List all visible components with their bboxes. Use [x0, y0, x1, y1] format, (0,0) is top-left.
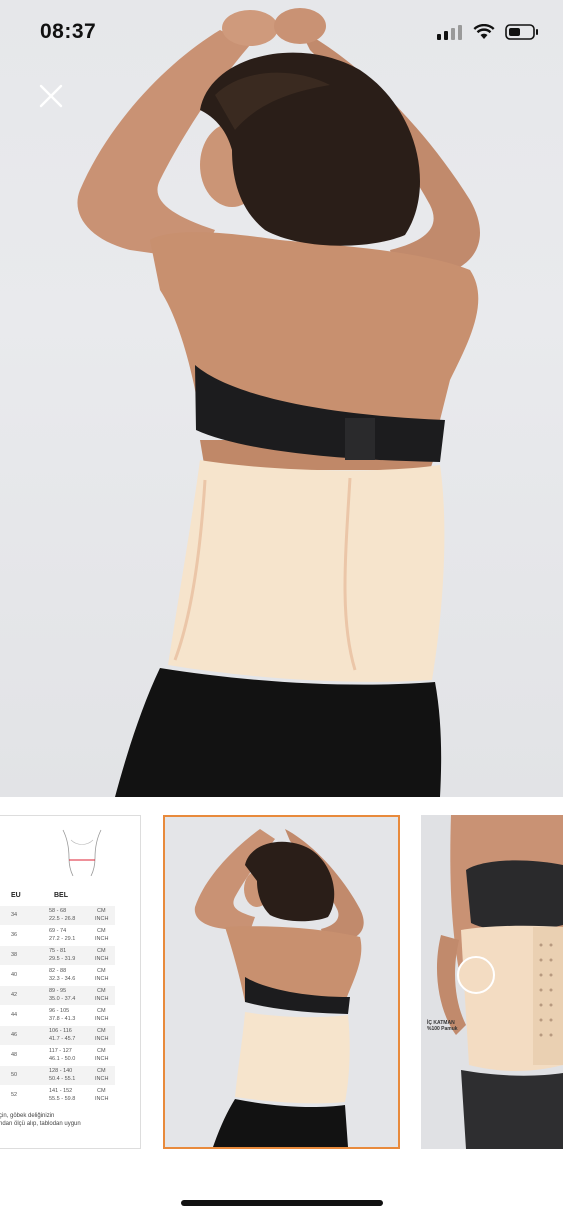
size-chart-row: 52 141 - 152 55.5 - 59.8 CM INCH [11, 1088, 109, 1102]
size-chart-header-bel: BEL [54, 892, 68, 899]
model-back-view-illustration [77, 8, 480, 797]
battery-icon [505, 24, 538, 40]
thumbnail-size-chart[interactable]: EU BEL 34 58 - 68 22.5 - 26.8 CM INCH 36… [0, 815, 141, 1149]
size-chart-row: 44 96 - 105 37.8 - 41.3 CM INCH [11, 1008, 109, 1022]
size-chart-row: 36 69 - 74 27.2 - 29.1 CM INCH [11, 928, 109, 942]
home-indicator[interactable] [181, 1200, 383, 1206]
thumbnail-back-view-image [165, 817, 398, 1147]
size-chart-row: 34 58 - 68 22.5 - 26.8 CM INCH [0, 906, 115, 925]
size-chart-row: 40 82 - 88 32.3 - 34.6 CM INCH [11, 968, 109, 982]
main-product-image [0, 0, 563, 797]
close-icon[interactable] [37, 82, 65, 110]
size-chart-row: 48 117 - 127 46.1 - 50.0 CM INCH [11, 1048, 109, 1062]
wifi-icon [473, 24, 495, 39]
thumbnail-front-inner-layer[interactable]: İÇ KATMAN %100 Pamuk [421, 815, 563, 1149]
cellular-signal-icon [437, 25, 462, 40]
thumbnail-front-view-image [421, 815, 563, 1149]
size-chart-header-eu: EU [11, 892, 21, 899]
inner-layer-label: İÇ KATMAN %100 Pamuk [427, 1020, 458, 1032]
size-chart-row: 50 128 - 140 50.4 - 55.1 CM INCH [0, 1066, 115, 1085]
thumbnail-strip: EU BEL 34 58 - 68 22.5 - 26.8 CM INCH 36… [0, 815, 563, 1155]
size-chart-row: 46 106 - 116 41.7 - 45.7 CM INCH [0, 1026, 115, 1045]
size-chart-row: 38 75 - 81 29.5 - 31.9 CM INCH [0, 946, 115, 965]
size-chart-row: 42 89 - 95 35.0 - 37.4 CM INCH [0, 986, 115, 1005]
thumbnail-back-view-selected[interactable] [163, 815, 400, 1149]
status-bar: 08:37 [0, 0, 563, 66]
status-time: 08:37 [40, 20, 97, 43]
body-outline-icon [62, 829, 102, 876]
status-icons [437, 24, 539, 40]
size-chart-note: çin, göbek deliğinizin ndan ölçü alıp, t… [0, 1113, 81, 1127]
